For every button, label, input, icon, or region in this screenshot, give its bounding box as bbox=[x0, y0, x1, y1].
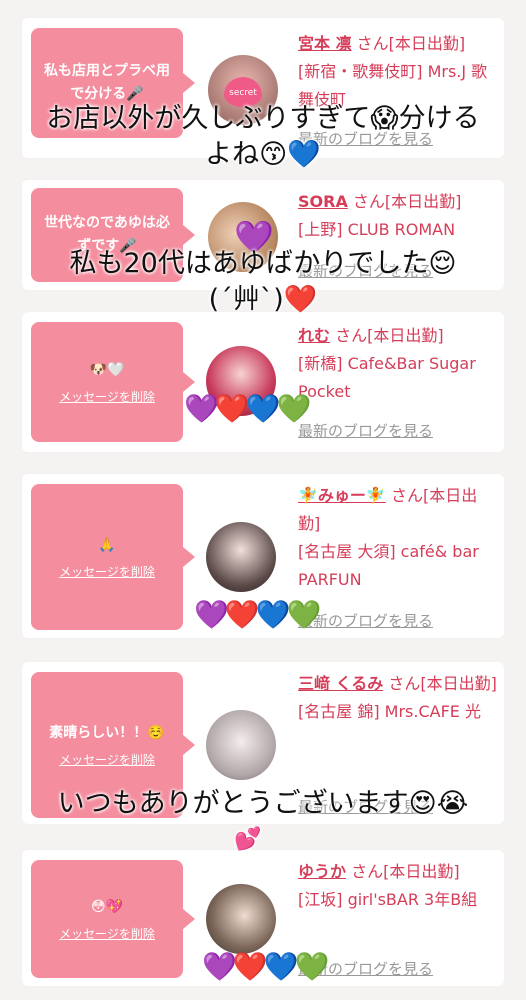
blog-link[interactable]: 最新のブログを見る bbox=[298, 420, 433, 441]
cast-info: 宮本 凛 さん[本日出勤] [新宿・歌舞伎町] Mrs.J 歌舞伎町 bbox=[298, 30, 498, 114]
heart-sticker: secret bbox=[224, 77, 262, 107]
cast-status: さん[本日出勤] bbox=[356, 34, 466, 53]
delete-message-link[interactable]: メッセージを削除 bbox=[59, 563, 155, 580]
cast-status: さん[本日出勤] bbox=[388, 674, 497, 693]
blog-link[interactable]: 最新のブログを見る bbox=[298, 796, 433, 817]
cast-status: さん[本日出勤] bbox=[352, 192, 462, 211]
message-card-5: 素晴らしい！！☺️ メッセージを削除 三﨑 くるみ さん[本日出勤] [名古屋 … bbox=[22, 662, 504, 824]
blog-link[interactable]: 最新のブログを見る bbox=[298, 128, 433, 149]
shop-name: [新宿・歌舞伎町] Mrs.J 歌舞伎町 bbox=[298, 62, 488, 109]
message-text: 素晴らしい！！☺️ bbox=[49, 725, 165, 741]
purple-heart-sticker: 💜 bbox=[234, 218, 274, 256]
cast-info: 🧚みゅー🧚 さん[本日出勤] [名古屋 大須] café& bar PARFUN bbox=[298, 482, 498, 594]
cast-name-link[interactable]: 🧚みゅー🧚 bbox=[298, 486, 386, 505]
shop-name: [新橋] Cafe&Bar Sugar Pocket bbox=[298, 354, 476, 401]
message-text: 😳💖 bbox=[90, 899, 124, 915]
message-bubble: 世代なのであゆは必ずです🎤 bbox=[31, 188, 195, 282]
delete-message-link[interactable]: メッセージを削除 bbox=[59, 751, 155, 768]
message-text: 世代なのであゆは必ずです🎤 bbox=[44, 215, 170, 254]
message-bubble: 😳💖 メッセージを削除 bbox=[31, 860, 195, 978]
cast-status: さん[本日出勤] bbox=[351, 862, 460, 881]
shop-name: [上野] CLUB ROMAN bbox=[298, 220, 456, 239]
avatar[interactable] bbox=[206, 884, 276, 954]
cast-status: さん[本日出勤] bbox=[335, 326, 444, 345]
message-bubble: 🙏 メッセージを削除 bbox=[31, 484, 195, 630]
cast-name-link[interactable]: 宮本 凛 bbox=[298, 34, 352, 53]
cast-name-link[interactable]: 三﨑 くるみ bbox=[298, 674, 383, 693]
message-card-1: 私も店用とプラベ用で分ける🎤 secret 宮本 凛 さん[本日出勤] [新宿・… bbox=[22, 18, 504, 158]
delete-message-link[interactable]: メッセージを削除 bbox=[59, 388, 155, 405]
hearts-sticker: 💜❤️💙💚 bbox=[194, 598, 321, 631]
cast-name-link[interactable]: SORA bbox=[298, 192, 348, 211]
message-text: 私も店用とプラベ用で分ける🎤 bbox=[44, 63, 170, 102]
avatar[interactable]: secret bbox=[208, 55, 278, 125]
avatar[interactable] bbox=[206, 522, 276, 592]
cast-info: 三﨑 くるみ さん[本日出勤] [名古屋 錦] Mrs.CAFE 光 bbox=[298, 670, 498, 726]
cast-info: ゆうか さん[本日出勤] [江坂] girl'sBAR 3年B組 bbox=[298, 858, 498, 914]
shop-name: [江坂] girl'sBAR 3年B組 bbox=[298, 890, 478, 909]
message-card-3: 🐶🤍 メッセージを削除 れむ さん[本日出勤] [新橋] Cafe&Bar Su… bbox=[22, 312, 504, 452]
cast-name-link[interactable]: れむ bbox=[298, 326, 330, 345]
message-text: 🐶🤍 bbox=[89, 362, 125, 378]
cast-name-link[interactable]: ゆうか bbox=[298, 862, 346, 881]
delete-message-link[interactable]: メッセージを削除 bbox=[59, 925, 155, 942]
message-bubble: 素晴らしい！！☺️ メッセージを削除 bbox=[31, 672, 195, 818]
cast-info: SORA さん[本日出勤] [上野] CLUB ROMAN bbox=[298, 188, 498, 244]
avatar[interactable] bbox=[206, 710, 276, 780]
message-bubble: 🐶🤍 メッセージを削除 bbox=[31, 322, 195, 442]
hearts-sticker: 💜❤️💙💚 bbox=[202, 950, 329, 983]
hearts-sticker: 💜❤️💙💚 bbox=[184, 392, 311, 425]
cast-info: れむ さん[本日出勤] [新橋] Cafe&Bar Sugar Pocket bbox=[298, 322, 498, 406]
message-bubble: 私も店用とプラベ用で分ける🎤 bbox=[31, 28, 195, 138]
blog-link[interactable]: 最新のブログを見る bbox=[298, 260, 433, 281]
shop-name: [名古屋 錦] Mrs.CAFE 光 bbox=[298, 702, 481, 721]
message-text: 🙏 bbox=[98, 537, 116, 553]
blog-link[interactable]: 最新のブログを見る bbox=[298, 610, 433, 631]
shop-name: [名古屋 大須] café& bar PARFUN bbox=[298, 542, 479, 589]
